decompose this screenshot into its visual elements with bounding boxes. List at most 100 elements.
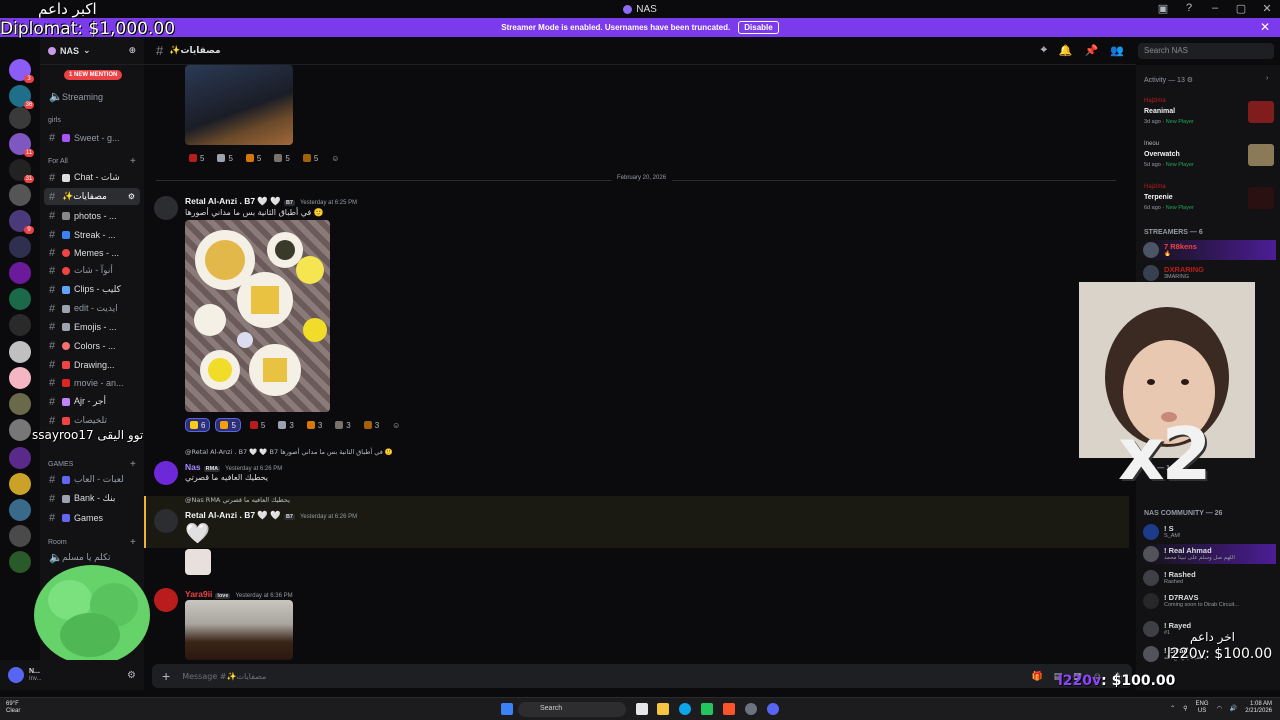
discord-taskbar-icon[interactable] xyxy=(767,703,779,715)
image-attachment[interactable] xyxy=(185,600,293,660)
close-window-button[interactable]: ✕ xyxy=(1260,2,1274,15)
chevron-up-icon[interactable]: ⌃ xyxy=(1170,705,1175,712)
gift-icon[interactable]: 🎁 xyxy=(1032,671,1043,682)
message-composer[interactable]: + Message #✨مصفايات 🎁 ▤ ▦ ☺ ⁂ xyxy=(152,664,1132,688)
start-icon[interactable] xyxy=(501,703,513,715)
member-row[interactable]: ! Rashed Rashed xyxy=(1140,568,1276,588)
category-games[interactable]: GAMES + xyxy=(48,459,136,470)
reaction[interactable]: 6 xyxy=(185,418,211,432)
channel-bank[interactable]: # Bank - بنك xyxy=(44,490,140,507)
server-icon[interactable] xyxy=(9,447,31,469)
channel-edit[interactable]: # edit - ايديت xyxy=(44,300,140,317)
reaction[interactable]: 5 xyxy=(213,151,236,165)
avatar[interactable] xyxy=(154,588,178,612)
channel-memes[interactable]: # Memes - ... xyxy=(44,244,140,261)
obs-icon[interactable] xyxy=(745,703,757,715)
help-icon[interactable]: ? xyxy=(1182,2,1196,15)
task-view-icon[interactable] xyxy=(636,703,648,715)
language-indicator[interactable]: ENG US xyxy=(1196,701,1209,715)
server-icon[interactable] xyxy=(9,419,31,441)
chevron-right-icon[interactable]: › xyxy=(1266,75,1268,82)
server-icon[interactable] xyxy=(9,314,31,336)
channel-games[interactable]: # Games xyxy=(44,509,140,526)
server-icon[interactable] xyxy=(9,236,31,258)
activity-card[interactable]: Ineou Overwatch 5d ago · New Player xyxy=(1140,138,1276,176)
message-author[interactable]: Retal Al-Anzi . B7 🤍 🤍 B7 Yesterday at 6:2… xyxy=(185,510,357,521)
channel-photos[interactable]: # photos - ... xyxy=(44,207,140,224)
add-channel-icon[interactable]: + xyxy=(130,537,136,548)
reply-preview[interactable]: @Nas RMA يحطيك العافيه ما قصرتي xyxy=(185,496,290,504)
channel-streaming[interactable]: 🔈 Streaming xyxy=(44,88,140,105)
reaction[interactable]: 5 xyxy=(246,418,269,432)
user-avatar[interactable] xyxy=(8,667,24,683)
sticker-image[interactable] xyxy=(185,549,211,575)
member-row[interactable]: ! S S_AM! xyxy=(1140,522,1276,542)
volume-icon[interactable]: 🔊 xyxy=(1230,705,1237,712)
reaction[interactable]: 5 xyxy=(270,151,293,165)
avatar[interactable] xyxy=(154,196,178,220)
reaction[interactable]: 5 xyxy=(242,151,265,165)
server-icon[interactable] xyxy=(9,473,31,495)
new-mention-pill[interactable]: 1 NEW MENTION xyxy=(64,70,123,80)
activity-header[interactable]: Activity — 13 ⚙ › xyxy=(1144,75,1268,84)
clock[interactable]: 1:08 AM 2/21/2026 xyxy=(1245,701,1272,715)
server-header[interactable]: NAS ⌄ ⊕ xyxy=(40,37,144,65)
member-row[interactable]: ! D7RAVS Coming soon to Dirab Circuit... xyxy=(1140,591,1276,611)
server-icon[interactable]: 11 xyxy=(9,133,34,157)
disable-button[interactable]: Disable xyxy=(738,21,779,34)
server-icon[interactable] xyxy=(9,525,31,547)
server-icon[interactable] xyxy=(9,288,31,310)
category-forall[interactable]: For All + xyxy=(48,156,136,167)
channel-chat[interactable]: # Chat - شات xyxy=(44,169,140,186)
server-icon[interactable] xyxy=(9,393,31,415)
threads-icon[interactable]: ⌖ xyxy=(1041,44,1047,57)
server-icon[interactable]: 9 xyxy=(9,210,34,234)
invite-icon[interactable]: ⊕ xyxy=(128,45,136,56)
image-attachment[interactable] xyxy=(185,65,293,145)
reaction[interactable]: 3 xyxy=(274,418,297,432)
channel-drawing[interactable]: # Drawing... xyxy=(44,356,140,373)
add-reaction-icon[interactable]: ☺ xyxy=(388,418,404,432)
store-icon[interactable] xyxy=(701,703,713,715)
server-icon[interactable] xyxy=(9,107,31,129)
avatar[interactable] xyxy=(154,509,178,533)
file-explorer-icon[interactable] xyxy=(657,703,669,715)
channel-games-ar[interactable]: # لعبات - العاب xyxy=(44,471,140,488)
maximize-button[interactable]: ▢ xyxy=(1234,2,1248,15)
channel-talkhees[interactable]: # تلخيصات xyxy=(44,412,140,429)
settings-gear-icon[interactable]: ⚙ xyxy=(128,192,135,201)
activity-card[interactable]: Hajzima Terpenie 6d ago · New Player xyxy=(1140,181,1276,219)
channel-movie[interactable]: # movie - an... xyxy=(44,374,140,391)
channel-ajr[interactable]: # Ajr - أجر xyxy=(44,393,140,410)
channel-streak[interactable]: # Streak - ... xyxy=(44,226,140,243)
member-row[interactable]: DXRARING 3MARING xyxy=(1140,263,1276,283)
member-row[interactable]: 7 R8kens 🔥 xyxy=(1140,240,1276,260)
image-attachment[interactable] xyxy=(185,220,330,412)
avatar[interactable] xyxy=(154,461,178,485)
reaction[interactable]: 3 xyxy=(360,418,383,432)
server-icon[interactable] xyxy=(9,551,31,573)
user-settings-gear-icon[interactable]: ⚙ xyxy=(127,670,136,681)
network-icon[interactable]: ⚲ xyxy=(1183,705,1187,712)
reaction[interactable]: 3 xyxy=(331,418,354,432)
banner-close-icon[interactable]: ✕ xyxy=(1260,20,1270,34)
server-icon[interactable]: 3 xyxy=(9,59,34,83)
message-author[interactable]: Nas RMA Yesterday at 6:26 PM xyxy=(185,462,282,472)
channel-colors[interactable]: # Colors - ... xyxy=(44,337,140,354)
reply-preview[interactable]: @Retal Al-Anzi . B7 🤍 🤍 B7 في أطباق الثا… xyxy=(185,448,393,456)
minimize-button[interactable]: – xyxy=(1208,2,1222,15)
bell-icon[interactable]: 🔔 xyxy=(1059,44,1073,57)
channel-emojis[interactable]: # Emojis - ... xyxy=(44,318,140,335)
wifi-icon[interactable]: ◠ xyxy=(1217,705,1222,712)
category-room[interactable]: Room + xyxy=(48,537,136,548)
server-icon[interactable] xyxy=(9,367,31,389)
reaction[interactable]: 5 xyxy=(215,418,241,432)
search-input[interactable]: Search NAS xyxy=(1138,43,1274,59)
server-icon[interactable] xyxy=(9,262,31,284)
inbox-icon[interactable]: ▣ xyxy=(1156,2,1170,15)
server-icon[interactable] xyxy=(9,341,31,363)
channel-current[interactable]: # ✨مصفايات ⚙ xyxy=(44,188,140,205)
add-reaction-icon[interactable]: ☺ xyxy=(327,151,343,165)
weather-widget[interactable]: 69°F Clear xyxy=(6,701,20,715)
add-channel-icon[interactable]: + xyxy=(130,156,136,167)
